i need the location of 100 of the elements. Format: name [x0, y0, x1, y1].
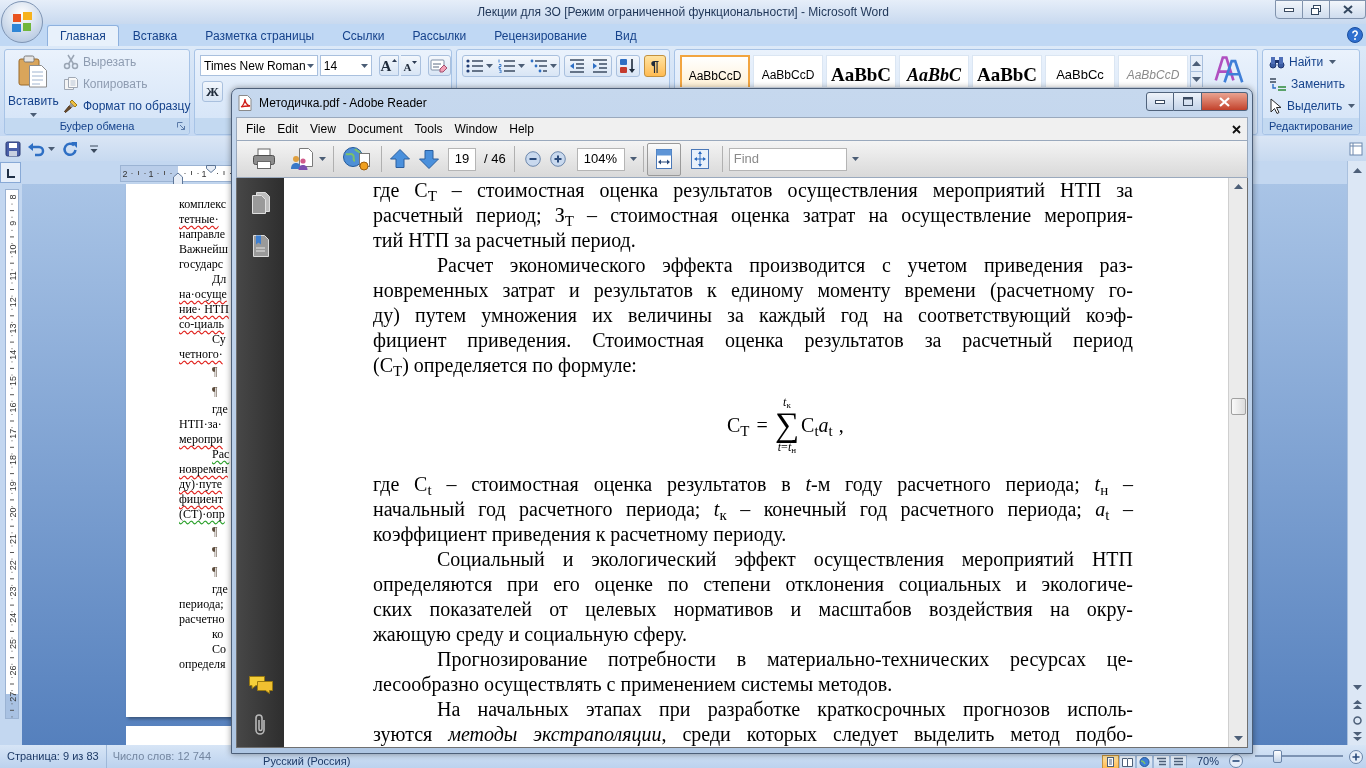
menu-item[interactable]: Edit: [271, 119, 305, 139]
scroll-up-icon[interactable]: [1352, 168, 1362, 173]
ribbon-button[interactable]: Заменить: [1269, 73, 1356, 95]
menu-item[interactable]: Tools: [408, 119, 449, 139]
language-button[interactable]: Русский (Россия): [263, 755, 351, 768]
page-status-button[interactable]: Страница: 9 из 83: [0, 745, 107, 768]
scroll-up-icon[interactable]: [1192, 61, 1201, 66]
ribbon-tab[interactable]: Вид: [600, 25, 651, 46]
style-option[interactable]: AaBbCcD: [680, 55, 750, 87]
zoom-field[interactable]: 104%: [576, 147, 625, 171]
caret-icon[interactable]: [360, 63, 368, 68]
font-size-field[interactable]: 14: [319, 55, 372, 76]
style-option[interactable]: AaBbC: [972, 55, 1042, 87]
scroll-down-icon[interactable]: [1192, 77, 1201, 82]
zoom-in-icon[interactable]: [549, 151, 566, 167]
clear-formatting-button[interactable]: [427, 55, 451, 76]
zoom-slider[interactable]: [1255, 750, 1343, 763]
zoom-out-icon[interactable]: [524, 151, 541, 167]
scroll-down-icon[interactable]: [1233, 736, 1243, 741]
page-number-field[interactable]: 19: [448, 147, 476, 171]
minimize-button[interactable]: [1275, 0, 1303, 19]
style-option[interactable]: AaBbC: [826, 55, 896, 87]
share-document-icon[interactable]: [289, 147, 315, 171]
ruler-number: 23: [7, 586, 18, 597]
printer-icon[interactable]: [252, 148, 276, 170]
window-title: Методичка.pdf - Adobe Reader: [259, 95, 427, 112]
zoom-out-icon[interactable]: [1229, 754, 1243, 768]
close-button[interactable]: [1330, 0, 1366, 19]
paperclip-icon[interactable]: [253, 713, 268, 737]
hanging-indent-marker[interactable]: [173, 172, 183, 185]
grow-font-button[interactable]: A: [378, 55, 399, 76]
ribbon-button[interactable]: Найти: [1269, 51, 1356, 73]
ribbon-tab[interactable]: Рассылки: [398, 25, 481, 46]
previous-page-icon[interactable]: [1352, 700, 1362, 709]
paragraph-mark: ¶: [212, 564, 218, 578]
text-fragment: Со: [212, 642, 226, 656]
ribbon-tab[interactable]: Рецензирование: [480, 25, 601, 46]
close-icon[interactable]: [1232, 124, 1241, 134]
restore-button[interactable]: [1303, 0, 1330, 19]
bold-button[interactable]: Ж: [202, 81, 223, 102]
show-marks-button[interactable]: ¶: [644, 55, 666, 77]
minimize-icon: [1155, 99, 1165, 104]
menu-item[interactable]: Help: [503, 119, 540, 139]
tab-selector-button[interactable]: [0, 162, 21, 183]
style-option[interactable]: AaBbCcD: [1118, 55, 1188, 87]
sort-button[interactable]: [616, 55, 640, 77]
shrink-font-button[interactable]: A: [400, 55, 421, 76]
menu-item[interactable]: Document: [341, 119, 409, 139]
save-icon[interactable]: [5, 140, 21, 157]
ruler-number: 8: [7, 194, 18, 200]
paste-button[interactable]: Вставить: [8, 52, 59, 118]
menu-item[interactable]: Window: [448, 119, 504, 139]
caret-icon[interactable]: [48, 146, 55, 151]
dialog-launcher-icon[interactable]: [177, 122, 185, 130]
text-fragment: тетные·: [179, 212, 219, 226]
maximize-button[interactable]: [1174, 92, 1202, 111]
pages-icon[interactable]: [250, 191, 271, 215]
zoom-level-button[interactable]: 70%: [1196, 755, 1219, 768]
first-line-indent-marker[interactable]: [206, 165, 216, 173]
undo-icon[interactable]: [27, 140, 45, 157]
ruler-number: 20: [7, 507, 18, 518]
customize-icon[interactable]: [89, 143, 99, 154]
text-fragment: ко: [212, 627, 224, 641]
scroll-down-icon[interactable]: [1352, 685, 1362, 690]
menu-item[interactable]: File: [240, 119, 272, 139]
comments-icon[interactable]: [247, 675, 274, 695]
style-option[interactable]: AaBbC: [899, 55, 969, 87]
style-option[interactable]: AaBbCc: [1045, 55, 1115, 87]
scrollbar-thumb[interactable]: [1230, 398, 1246, 415]
globe-icon: [1138, 757, 1150, 767]
ribbon-button[interactable]: Выделить: [1269, 95, 1356, 117]
text-fragment: расчетно: [179, 612, 225, 626]
close-button[interactable]: [1202, 92, 1248, 111]
zoom-in-icon[interactable]: [1349, 749, 1363, 764]
slider-thumb[interactable]: [1273, 750, 1282, 763]
menu-item[interactable]: View: [304, 119, 342, 139]
help-icon[interactable]: [1347, 27, 1363, 43]
arrow-up-icon[interactable]: [389, 148, 411, 170]
ribbon-button[interactable]: Формат по образцу: [60, 95, 193, 117]
ribbon-tab[interactable]: Разметка страницы: [191, 25, 329, 46]
ribbon-tab[interactable]: Главная: [47, 25, 119, 46]
ribbon-tab[interactable]: Ссылки: [328, 25, 399, 46]
text-fragment: периода;: [179, 597, 224, 611]
redo-icon[interactable]: [62, 140, 78, 157]
style-option[interactable]: AaBbCcD: [753, 55, 823, 87]
minimize-button[interactable]: [1146, 92, 1174, 111]
view-button[interactable]: [1101, 755, 1119, 768]
next-page-icon[interactable]: [1352, 732, 1362, 741]
page-count: / 46: [484, 150, 506, 169]
browse-object-icon[interactable]: [1352, 716, 1362, 725]
ribbon-tab[interactable]: Вставка: [118, 25, 192, 46]
bulleted-list-icon: [465, 59, 484, 73]
arrow-down-icon[interactable]: [418, 148, 440, 170]
bookmarks-icon[interactable]: [251, 234, 270, 258]
caret-icon[interactable]: [306, 63, 314, 68]
ruler-number: 18: [7, 455, 18, 465]
font-name-field[interactable]: Times New Roman: [200, 55, 318, 76]
fit-width-button[interactable]: [646, 142, 681, 176]
globe-icon[interactable]: [342, 146, 372, 172]
ruler-toggle-icon[interactable]: [1349, 141, 1363, 156]
